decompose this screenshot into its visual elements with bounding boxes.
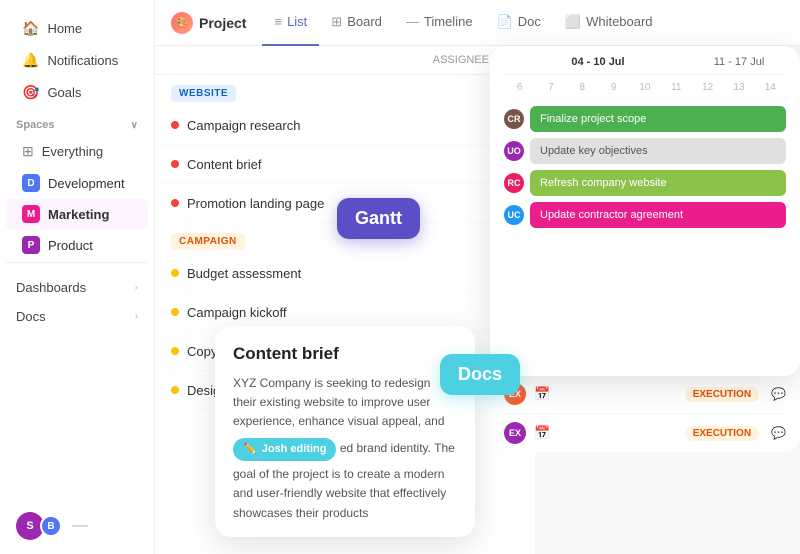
sidebar-item-everything[interactable]: ⊞ Everything — [6, 136, 148, 167]
user-area: S B — — [0, 512, 154, 540]
product-dot: P — [22, 236, 40, 254]
bell-icon: 🔔 — [22, 52, 39, 69]
project-icon: 🎨 — [171, 12, 193, 34]
gantt-bar-row: CR Finalize project scope — [504, 106, 786, 132]
task-priority-dot — [171, 160, 179, 168]
status-badge: EXECUTION — [685, 426, 759, 441]
tab-doc[interactable]: 📄 Doc — [485, 0, 553, 46]
task-priority-dot — [171, 386, 179, 394]
docs-panel: Content brief XYZ Company is seeking to … — [215, 326, 475, 537]
tab-board[interactable]: ⊞ Board — [319, 0, 394, 46]
group-website: WEBSITE — [171, 85, 236, 102]
goals-icon: 🎯 — [22, 84, 39, 101]
user-dash: — — [72, 517, 88, 535]
spaces-section-label: Spaces ∨ — [0, 109, 154, 135]
task-priority-dot — [171, 121, 179, 129]
tab-whiteboard[interactable]: ⬜ Whiteboard — [553, 0, 665, 46]
docs-badge: Docs — [440, 354, 520, 395]
gantt-bar-finalize[interactable]: Finalize project scope — [530, 106, 786, 132]
gantt-bar-row: UO Update key objectives — [504, 138, 786, 164]
whiteboard-icon: ⬜ — [565, 14, 581, 30]
calendar-icon: 📅 — [534, 425, 550, 441]
marketing-dot: M — [22, 205, 40, 223]
task-priority-dot — [171, 308, 179, 316]
task-row[interactable]: Budget assessment BA — [155, 254, 535, 293]
task-priority-dot — [171, 269, 179, 277]
sidebar-bottom: Dashboards › Docs › — [0, 273, 154, 331]
gantt-avatar: RC — [504, 173, 524, 193]
sidebar-item-marketing[interactable]: M Marketing — [6, 199, 148, 229]
tab-list[interactable]: ≡ List — [262, 0, 319, 46]
chat-icon: 💬 — [771, 387, 786, 401]
sidebar-item-home[interactable]: 🏠 Home — [6, 13, 148, 44]
content-area: ASSIGNEE WEBSITE Campaign research CR Co… — [155, 46, 800, 554]
calendar-icon: 📅 — [534, 386, 550, 402]
gantt-avatar: CR — [504, 109, 524, 129]
status-row: EX 📅 EXECUTION 💬 — [504, 374, 786, 413]
docs-body: XYZ Company is seeking to redesign their… — [233, 374, 457, 523]
gantt-header: 04 - 10 Jul 11 - 17 Jul — [490, 46, 800, 75]
sidebar-item-development[interactable]: D Development — [6, 168, 148, 198]
gantt-week2: 11 - 17 Jul — [692, 56, 786, 75]
grid-icon: ⊞ — [22, 143, 34, 160]
board-icon: ⊞ — [331, 14, 342, 30]
gantt-days: 6 7 8 9 10 11 12 13 14 — [490, 75, 800, 96]
list-icon: ≡ — [274, 14, 282, 29]
gantt-week1: 04 - 10 Jul — [504, 56, 692, 75]
tab-timeline[interactable]: — Timeline — [394, 0, 485, 46]
gantt-rows: CR Finalize project scope UO Update key … — [490, 96, 800, 238]
gantt-avatar: UO — [504, 141, 524, 161]
chevron-down-icon: ∨ — [131, 120, 138, 131]
chat-icon: 💬 — [771, 426, 786, 440]
sidebar: 🏠 Home 🔔 Notifications 🎯 Goals Spaces ∨ … — [0, 0, 155, 554]
project-title[interactable]: 🎨 Project — [171, 12, 246, 34]
sidebar-item-product[interactable]: P Product — [6, 230, 148, 260]
group-campaign: CAMPAIGN — [171, 233, 245, 250]
sidebar-item-goals[interactable]: 🎯 Goals — [6, 77, 148, 108]
avatar-b: B — [40, 515, 62, 537]
development-dot: D — [22, 174, 40, 192]
top-navigation: 🎨 Project ≡ List ⊞ Board — Timeline 📄 Do… — [155, 0, 800, 46]
task-row[interactable]: Content brief CB — [155, 145, 535, 184]
task-row[interactable]: Campaign research CR — [155, 106, 535, 145]
sidebar-item-docs[interactable]: Docs › — [0, 302, 154, 331]
gantt-bar-website[interactable]: Refresh company website — [530, 170, 786, 196]
main-content: 🎨 Project ≡ List ⊞ Board — Timeline 📄 Do… — [155, 0, 800, 554]
sidebar-item-notifications[interactable]: 🔔 Notifications — [6, 45, 148, 76]
gantt-bar-row: RC Refresh company website — [504, 170, 786, 196]
gantt-bar-contractor[interactable]: Update contractor agreement — [530, 202, 786, 228]
task-priority-dot — [171, 199, 179, 207]
status-row: EX 📅 EXECUTION 💬 — [504, 413, 786, 452]
edit-icon: ✏️ — [243, 441, 257, 459]
chevron-right-icon: › — [135, 282, 138, 293]
gantt-badge: Gantt — [337, 198, 420, 239]
home-icon: 🏠 — [22, 20, 39, 37]
status-avatar: EX — [504, 422, 526, 444]
gantt-avatar: UC — [504, 205, 524, 225]
sidebar-item-dashboards[interactable]: Dashboards › — [0, 273, 154, 302]
timeline-icon: — — [406, 14, 419, 29]
task-priority-dot — [171, 347, 179, 355]
task-header: ASSIGNEE — [155, 46, 535, 75]
status-badge: EXECUTION — [685, 387, 759, 402]
docs-title: Content brief — [233, 344, 457, 364]
editing-badge: ✏️ Josh editing — [233, 438, 336, 462]
doc-icon: 📄 — [497, 14, 513, 30]
gantt-bar-row: UC Update contractor agreement — [504, 202, 786, 228]
gantt-panel: 04 - 10 Jul 11 - 17 Jul 6 7 8 9 10 11 12… — [490, 46, 800, 376]
gantt-bar-objectives[interactable]: Update key objectives — [530, 138, 786, 164]
chevron-right-icon-2: › — [135, 311, 138, 322]
